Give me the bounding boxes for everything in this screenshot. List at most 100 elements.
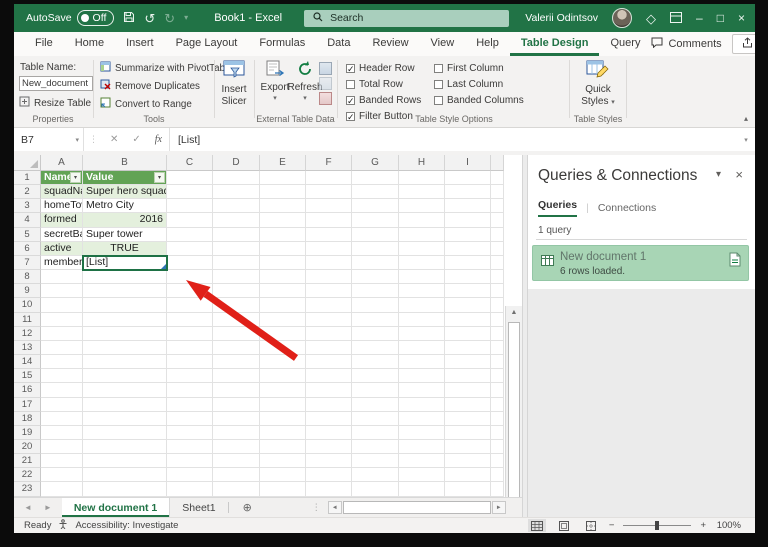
grid-cell[interactable] <box>213 411 260 426</box>
grid-cell[interactable] <box>399 255 445 271</box>
grid-cell[interactable] <box>306 326 352 341</box>
grid-cell[interactable] <box>260 340 306 356</box>
checkbox-total-row[interactable]: Total Row <box>346 79 434 90</box>
grid-cell[interactable] <box>491 199 504 214</box>
panel-close-icon[interactable]: × <box>735 167 743 182</box>
row-header[interactable]: 4 <box>14 213 41 228</box>
grid-cell[interactable] <box>399 270 445 285</box>
grid-cell[interactable]: squadName <box>41 185 83 200</box>
grid-cell[interactable] <box>399 397 445 412</box>
name-box-dropdown-icon[interactable]: ▾ <box>75 136 79 144</box>
grid-cell[interactable] <box>352 312 399 327</box>
grid-cell[interactable] <box>306 199 352 214</box>
grid-cell[interactable] <box>352 369 399 384</box>
grid-cell[interactable] <box>491 326 504 341</box>
grid-cell[interactable] <box>167 326 213 341</box>
undo-icon[interactable]: ↺ <box>144 12 155 25</box>
grid-cell[interactable] <box>83 270 167 285</box>
ribbon-tab-home[interactable]: Home <box>64 32 115 56</box>
column-header-c[interactable]: C <box>167 155 213 171</box>
grid-cell[interactable] <box>260 439 306 455</box>
zoom-in-icon[interactable]: + <box>700 520 706 531</box>
column-header-d[interactable]: D <box>213 155 260 171</box>
grid-cell[interactable] <box>83 284 167 299</box>
grid-cell[interactable] <box>399 369 445 384</box>
grid-cell[interactable] <box>306 411 352 426</box>
grid-cell[interactable] <box>445 255 491 271</box>
resize-table-button[interactable]: Resize Table <box>19 96 91 110</box>
grid-cell[interactable] <box>167 369 213 384</box>
table-name-input[interactable]: New_document <box>19 76 93 91</box>
row-header[interactable]: 21 <box>14 454 41 469</box>
ribbon-tab-page-layout[interactable]: Page Layout <box>165 32 249 56</box>
tab-queries[interactable]: Queries <box>538 199 578 217</box>
sheet-tab-sheet1[interactable]: Sheet1 <box>170 498 227 517</box>
grid-cell[interactable] <box>306 439 352 455</box>
grid-cell[interactable] <box>260 411 306 426</box>
row-header[interactable]: 15 <box>14 369 41 384</box>
grid-cell[interactable] <box>260 241 306 256</box>
grid-cell[interactable] <box>445 454 491 469</box>
grid-cell[interactable] <box>260 284 306 299</box>
grid-cell[interactable] <box>399 213 445 228</box>
grid-cell[interactable] <box>41 383 83 398</box>
scroll-up-icon[interactable]: ▲ <box>506 306 522 320</box>
grid-cell[interactable] <box>352 383 399 398</box>
grid-cell[interactable] <box>491 213 504 228</box>
grid-cell[interactable] <box>445 425 491 440</box>
grid-cell[interactable] <box>352 298 399 313</box>
query-list-item[interactable]: New document 1 6 rows loaded. <box>532 245 749 281</box>
grid-cell[interactable] <box>399 425 445 440</box>
row-header[interactable]: 23 <box>14 482 41 497</box>
grid-cell[interactable] <box>167 241 213 256</box>
grid-cell[interactable] <box>306 454 352 469</box>
select-all-button[interactable] <box>14 155 41 171</box>
grid-cell[interactable] <box>260 326 306 341</box>
grid-cell[interactable] <box>260 171 306 186</box>
grid-cell[interactable] <box>306 312 352 327</box>
grid-cell[interactable] <box>445 227 491 242</box>
grid-cell[interactable] <box>213 369 260 384</box>
grid-cell[interactable] <box>491 185 504 200</box>
grid-cell[interactable] <box>306 383 352 398</box>
ribbon-tab-insert[interactable]: Insert <box>115 32 165 56</box>
grid-cell[interactable]: active <box>41 241 83 256</box>
grid-cell[interactable] <box>41 312 83 327</box>
grid-cell[interactable] <box>445 284 491 299</box>
grid-cell[interactable] <box>213 270 260 285</box>
grid-cell[interactable] <box>167 439 213 455</box>
cancel-entry-icon[interactable]: ✕ <box>103 134 125 145</box>
grid-cell[interactable] <box>306 171 352 186</box>
convert-to-range-button[interactable]: Convert to Range <box>100 97 192 111</box>
grid-cell[interactable] <box>83 482 167 497</box>
grid-cell[interactable] <box>167 213 213 228</box>
grid-cell[interactable] <box>352 326 399 341</box>
grid-cell[interactable] <box>167 425 213 440</box>
grid-cell[interactable] <box>352 213 399 228</box>
grid-cell[interactable] <box>83 326 167 341</box>
row-header[interactable]: 22 <box>14 468 41 483</box>
grid-cell[interactable] <box>491 270 504 285</box>
column-header-g[interactable]: G <box>352 155 399 171</box>
grid-cell[interactable] <box>399 312 445 327</box>
grid-cell[interactable] <box>260 369 306 384</box>
grid-cell[interactable] <box>260 454 306 469</box>
grid-cell[interactable] <box>306 255 352 271</box>
grid-cell[interactable] <box>167 397 213 412</box>
grid-cell[interactable] <box>41 482 83 497</box>
grid-cell[interactable] <box>491 425 504 440</box>
row-header[interactable]: 11 <box>14 312 41 327</box>
minimize-button[interactable]: – <box>696 11 703 25</box>
grid-cell[interactable] <box>352 411 399 426</box>
unlink-icon[interactable] <box>319 92 332 105</box>
grid-cell[interactable] <box>83 340 167 356</box>
grid-cell[interactable] <box>167 411 213 426</box>
grid-cell[interactable] <box>399 199 445 214</box>
grid-cell[interactable] <box>41 411 83 426</box>
table-header-cell-name[interactable]: Name ▾ <box>41 171 83 186</box>
row-header[interactable]: 20 <box>14 439 41 455</box>
grid-cell[interactable] <box>445 369 491 384</box>
grid-cell[interactable] <box>260 298 306 313</box>
ribbon-tab-formulas[interactable]: Formulas <box>248 32 316 56</box>
grid-cell[interactable] <box>260 199 306 214</box>
